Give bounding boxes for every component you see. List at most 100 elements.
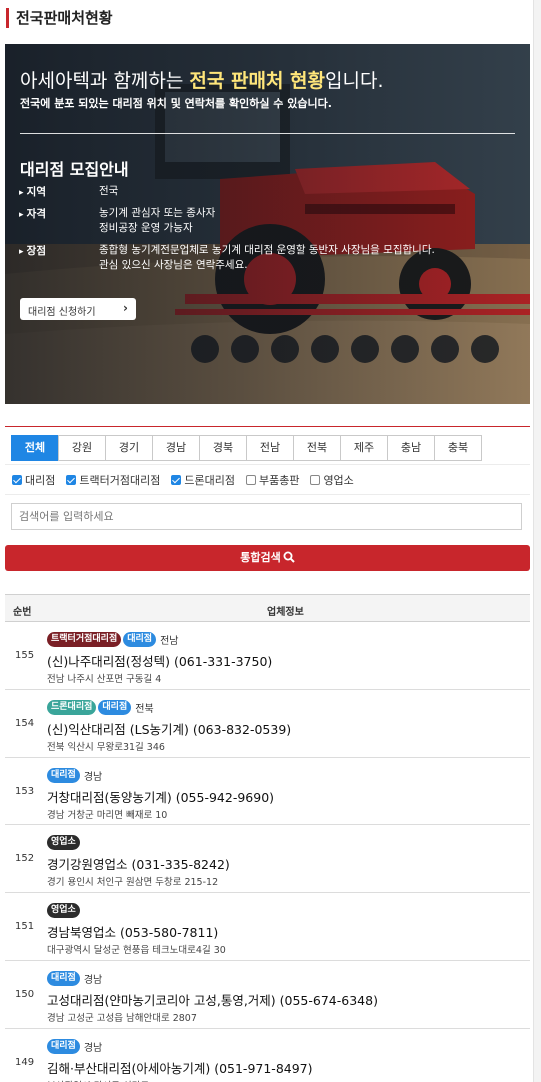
apply-dealer-label: 대리점 신청하기 bbox=[28, 307, 96, 318]
tab-jeonnam[interactable]: 전남 bbox=[246, 435, 294, 461]
filter-tractor-hub[interactable]: 트랙터거점대리점 bbox=[66, 472, 160, 488]
apply-dealer-button[interactable]: 대리점 신청하기 › bbox=[20, 298, 136, 320]
row-badges: 대리점 경남 bbox=[47, 970, 103, 986]
dealer-name[interactable]: 고성대리점(얀마농기코리아 고성,통영,거제) (055-674-6348) bbox=[47, 990, 378, 1009]
checkbox[interactable] bbox=[245, 475, 256, 485]
row-region: 전남 bbox=[160, 636, 179, 647]
dealer-address: 경기 용인시 처인구 원삼면 두창로 215-12 bbox=[47, 877, 219, 889]
banner-divider bbox=[20, 133, 515, 134]
table-row[interactable]: 151 영업소경남북영업소 (053-580-7811) 대구광역시 달성군 현풍읍… bbox=[5, 893, 530, 961]
filter-label: 드론대리점 bbox=[184, 474, 235, 487]
headline-highlight: 전국 판매처 현황 bbox=[189, 70, 325, 92]
checkbox[interactable] bbox=[12, 475, 22, 485]
page-scrollbar[interactable] bbox=[533, 0, 541, 1082]
recruit-value-2: 관심 있으신 사장님은 연락주세요. bbox=[99, 259, 248, 271]
type-filters: 대리점 트랙터거점대리점 드론대리점 부품총판 영업소 bbox=[12, 472, 365, 488]
dealer-address: 전북 익산시 무왕로31길 346 bbox=[47, 741, 165, 753]
dealer-address: 경남 고성군 고성읍 남해안대로 2807 bbox=[47, 1012, 197, 1024]
search-button[interactable]: 통합검색 bbox=[5, 545, 530, 571]
checkbox[interactable] bbox=[310, 475, 321, 485]
table-row[interactable]: 153 대리점 경남 거창대리점(동양농기계) (055-942-9690) 경남 거창… bbox=[5, 758, 530, 826]
dealer-list: 155 트랙터거점대리점 대리점 전남 (신)나주대리점(정성텍) (061-331-3… bbox=[5, 622, 530, 1082]
row-badges: 영업소 bbox=[47, 835, 84, 851]
header-info: 업체정보 bbox=[267, 607, 304, 618]
dealer-name[interactable]: (신)익산대리점 (LS농기계) (063-832-0539) bbox=[47, 719, 291, 738]
tab-gyeongbuk[interactable]: 경북 bbox=[199, 435, 247, 461]
filter-sales-office[interactable]: 영업소 bbox=[310, 472, 354, 488]
tab-gyeongnam[interactable]: 경남 bbox=[152, 435, 200, 461]
recruit-title: 대리점 모집안내 bbox=[20, 160, 129, 179]
search-button-label: 통합검색 bbox=[240, 551, 281, 564]
dealer-name[interactable]: 김해·부산대리점(아세아농기계) (051-971-8497) bbox=[47, 1058, 313, 1077]
dealer-address: 대구광역시 달성군 현풍읍 테크노대로4길 30 bbox=[47, 945, 226, 957]
tab-all[interactable]: 전체 bbox=[11, 435, 59, 461]
recruit-value-group: 농기계 관심자 또는 종사자 정비공장 운영 가능자 bbox=[99, 206, 215, 236]
row-number: 150 bbox=[15, 988, 35, 1000]
row-number: 154 bbox=[15, 717, 35, 729]
row-number: 153 bbox=[15, 785, 35, 797]
title-accent-bar bbox=[6, 8, 9, 28]
type-badge: 대리점 bbox=[123, 632, 157, 647]
tab-jeonbuk[interactable]: 전북 bbox=[293, 435, 341, 461]
dealer-address: 전남 나주시 산포면 구동길 4 bbox=[47, 674, 162, 685]
tab-gangwon[interactable]: 강원 bbox=[58, 435, 106, 461]
table-row[interactable]: 152 영업소경기강원영업소 (031-335-8242) 경기 용인시 처인구 원… bbox=[5, 825, 530, 894]
table-row[interactable]: 155 트랙터거점대리점 대리점 전남 (신)나주대리점(정성텍) (061-331-3… bbox=[5, 622, 530, 690]
row-region: 경남 bbox=[83, 974, 103, 986]
type-badge: 트랙터거점대리점 bbox=[47, 632, 122, 647]
tab-chungbuk[interactable]: 충북 bbox=[434, 435, 482, 461]
recruit-row-region: 지역전국 bbox=[19, 184, 119, 199]
table-row[interactable]: 150 대리점 경남고성대리점(얀마농기코리아 고성,통영,거제) (055-674… bbox=[5, 961, 530, 1029]
row-number: 151 bbox=[15, 921, 35, 933]
dealer-name[interactable]: (신)나주대리점(정성텍) (061-331-3750) bbox=[47, 651, 272, 670]
row-badges: 대리점 경남 bbox=[47, 767, 102, 783]
row-number: 155 bbox=[15, 650, 35, 661]
row-badges: 드론대리점 대리점 전북 bbox=[47, 699, 154, 715]
row-number: 152 bbox=[15, 853, 35, 865]
recruit-row-qualification: 자격농기계 관심자 또는 종사자정비공장 운영 가능자 bbox=[19, 206, 216, 236]
header-num: 순번 bbox=[13, 607, 32, 618]
type-badge: 대리점 bbox=[47, 767, 80, 783]
table-row[interactable]: 154 드론대리점 대리점 전북 (신)익산대리점 (LS농기계) (063-832-0… bbox=[5, 690, 530, 758]
recruit-value: 전국 bbox=[99, 185, 119, 197]
page-header: 전국판매처현황 bbox=[0, 0, 541, 34]
search-icon bbox=[283, 551, 295, 563]
filter-label: 대리점 bbox=[25, 474, 56, 487]
checkbox[interactable] bbox=[171, 475, 182, 485]
dealer-name[interactable]: 거창대리점(동양농기계) (055-942-9690) bbox=[47, 787, 274, 806]
page-title: 전국판매처현황 bbox=[16, 9, 113, 27]
banner-headline: 아세아텍과 함께하는 전국 판매처 현황입니다. bbox=[20, 66, 383, 93]
filter-dealer[interactable]: 대리점 bbox=[12, 472, 55, 488]
divider bbox=[5, 494, 530, 495]
recruit-value-2: 정비공장 운영 가능자 bbox=[99, 222, 193, 234]
type-badge: 대리점 bbox=[98, 699, 132, 715]
recruit-label: 장점 bbox=[19, 243, 99, 258]
tab-chungnam[interactable]: 충남 bbox=[387, 435, 435, 461]
headline-pre: 아세아텍과 함께하는 bbox=[20, 70, 190, 92]
recruit-label: 자격 bbox=[19, 206, 99, 221]
recruit-value: 종합형 농기계전문업체로 농기계 대리점 운영할 동반자 사장님을 모집합니다. bbox=[99, 244, 435, 256]
row-number: 149 bbox=[15, 1056, 35, 1068]
chevron-right-icon: › bbox=[123, 301, 128, 315]
checkbox[interactable] bbox=[66, 475, 77, 485]
dealer-name[interactable]: 경남북영업소 (053-580-7811) bbox=[47, 922, 218, 941]
row-region: 경남 bbox=[83, 1042, 103, 1054]
type-badge: 대리점 bbox=[47, 970, 80, 986]
dealer-name[interactable]: 경기강원영업소 (031-335-8242) bbox=[47, 854, 230, 873]
filter-label: 영업소 bbox=[323, 474, 354, 487]
filter-label: 트랙터거점대리점 bbox=[79, 474, 161, 487]
search-input[interactable] bbox=[11, 503, 522, 530]
row-badges: 트랙터거점대리점 대리점 전남 bbox=[47, 632, 179, 647]
recruit-label: 지역 bbox=[19, 184, 99, 199]
table-row[interactable]: 149 대리점경남김해·부산대리점(아세아농기계) (051-971-8497)부… bbox=[5, 1029, 530, 1082]
filter-drone-dealer[interactable]: 드론대리점 bbox=[171, 472, 235, 488]
section-divider bbox=[5, 426, 530, 427]
type-badge: 영업소 bbox=[47, 903, 80, 919]
tab-jeju[interactable]: 제주 bbox=[340, 435, 388, 461]
filter-label: 부품총판 bbox=[258, 474, 300, 487]
type-badge: 대리점 bbox=[47, 1038, 80, 1054]
dealer-address: 부산광역시 강서구 식만로 58 bbox=[47, 1078, 164, 1082]
filter-parts-distributor[interactable]: 부품총판 bbox=[245, 472, 300, 488]
tab-gyeonggi[interactable]: 경기 bbox=[105, 435, 153, 461]
region-tabs: 전체 강원 경기 경남 경북 전남 전북 제주 충남 충북 bbox=[11, 435, 482, 461]
